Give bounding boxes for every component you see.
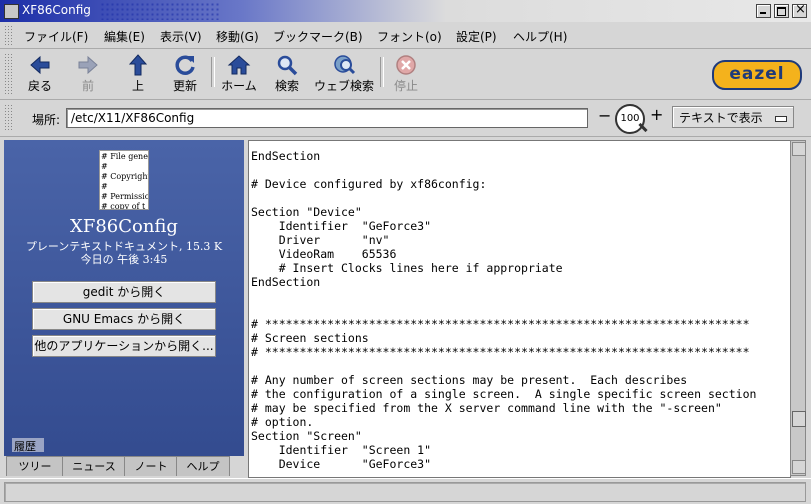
menu-help[interactable]: ヘルプ(H)	[513, 28, 567, 45]
window-title: XF86Config	[22, 3, 91, 17]
web-search-label: ウェブ検索	[313, 79, 374, 93]
zoom-out-button[interactable]: −	[598, 106, 611, 125]
minimize-button[interactable]	[756, 4, 771, 18]
file-content-view[interactable]: EndSection # Device configured by xf86co…	[248, 140, 791, 478]
toolbar-grip-icon[interactable]	[4, 53, 12, 95]
search-label: 検索	[274, 79, 299, 93]
scrollbar-thumb[interactable]	[792, 411, 806, 427]
up-label: 上	[131, 79, 144, 93]
toolbar: 戻る 前 上 更新 ホーム 検索 ウェブ検索 停止 eazel	[0, 49, 811, 100]
scroll-down-button[interactable]	[792, 460, 806, 474]
sidebar: # File gene # # Copyright # # Permissio …	[4, 140, 244, 476]
menu-go[interactable]: 移動(G)	[216, 28, 259, 45]
menu-settings[interactable]: 設定(P)	[456, 28, 497, 45]
scroll-up-button[interactable]	[792, 142, 806, 156]
reload-label: 更新	[172, 79, 197, 93]
reload-icon	[175, 55, 195, 75]
menu-fonts[interactable]: フォント(o)	[377, 28, 442, 45]
search-button[interactable]: 検索	[270, 53, 304, 95]
menu-view[interactable]: 表示(V)	[160, 28, 202, 45]
back-label: 戻る	[27, 79, 52, 93]
close-button[interactable]	[792, 2, 807, 18]
menubar-grip-icon[interactable]	[4, 25, 12, 45]
open-with-gedit-button[interactable]: gedit から開く	[32, 281, 216, 303]
thumb-line: #	[101, 182, 108, 191]
tab-news[interactable]: ニュース	[62, 456, 126, 476]
zoom-level[interactable]: 100	[615, 104, 645, 134]
file-thumbnail: # File gene # # Copyright # # Permissio …	[99, 150, 149, 210]
stop-icon	[396, 55, 416, 75]
thumb-line: #	[101, 162, 108, 171]
open-with-emacs-button[interactable]: GNU Emacs から開く	[32, 308, 216, 330]
reload-button[interactable]: 更新	[166, 53, 204, 95]
file-text: EndSection # Device configured by xf86co…	[251, 149, 757, 471]
back-button[interactable]: 戻る	[22, 53, 58, 95]
location-label: 場所:	[32, 113, 61, 127]
tab-notes[interactable]: ノート	[124, 456, 178, 476]
maximize-button[interactable]	[774, 4, 789, 18]
title-bar[interactable]: XF86Config	[0, 0, 811, 22]
open-with-other-button[interactable]: 他のアプリケーションから開く...	[32, 335, 216, 357]
back-arrow-icon	[30, 55, 50, 75]
menu-file[interactable]: ファイル(F)	[24, 28, 88, 45]
forward-arrow-icon	[78, 55, 98, 75]
locationbar-grip-icon[interactable]	[4, 104, 12, 132]
thumb-line: # Copyright	[101, 172, 149, 181]
thumb-line: # Permissio	[101, 192, 149, 201]
location-input[interactable]: /etc/X11/XF86Config	[66, 108, 588, 128]
up-button[interactable]: 上	[120, 53, 156, 95]
stop-button[interactable]: 停止	[388, 53, 424, 95]
toolbar-separator	[211, 57, 215, 87]
menu-bar: ファイル(F) 編集(E) 表示(V) 移動(G) ブックマーク(B) フォント…	[0, 22, 811, 49]
location-bar: 場所: /etc/X11/XF86Config − 100 + テキストで表示	[0, 100, 811, 137]
web-search-button[interactable]: ウェブ検索	[312, 53, 376, 95]
eazel-logo[interactable]: eazel	[712, 60, 802, 90]
thumb-line: # File gene	[101, 152, 148, 161]
window-menu-icon[interactable]	[4, 4, 19, 19]
sidebar-tabs: ツリー ニュース ノート ヘルプ	[4, 456, 244, 476]
search-icon	[277, 55, 298, 76]
history-tab[interactable]: 履歴	[12, 438, 44, 453]
menu-bookmarks[interactable]: ブックマーク(B)	[273, 28, 363, 45]
home-button[interactable]: ホーム	[218, 53, 260, 95]
view-as-label: テキストで表示	[679, 111, 763, 125]
web-search-icon	[334, 55, 356, 75]
forward-button[interactable]: 前	[70, 53, 106, 95]
stop-label: 停止	[393, 79, 418, 93]
thumb-line: # copy of t	[101, 202, 146, 210]
view-as-dropdown[interactable]: テキストで表示	[672, 106, 794, 128]
forward-label: 前	[81, 79, 94, 93]
dropdown-icon	[775, 116, 787, 122]
zoom-in-button[interactable]: +	[650, 105, 663, 124]
status-field	[4, 482, 806, 502]
file-name: XF86Config	[70, 216, 178, 237]
vertical-scrollbar[interactable]	[790, 140, 806, 476]
status-bar	[0, 478, 811, 504]
tab-help[interactable]: ヘルプ	[176, 456, 230, 476]
home-label: ホーム	[221, 79, 257, 93]
title-bar-pattern	[100, 2, 220, 20]
tab-tree[interactable]: ツリー	[6, 456, 64, 476]
menu-edit[interactable]: 編集(E)	[104, 28, 145, 45]
toolbar-separator	[380, 57, 384, 87]
up-arrow-icon	[128, 54, 148, 76]
home-icon	[227, 55, 251, 75]
file-modified: 今日の 午後 3:45	[80, 253, 168, 266]
